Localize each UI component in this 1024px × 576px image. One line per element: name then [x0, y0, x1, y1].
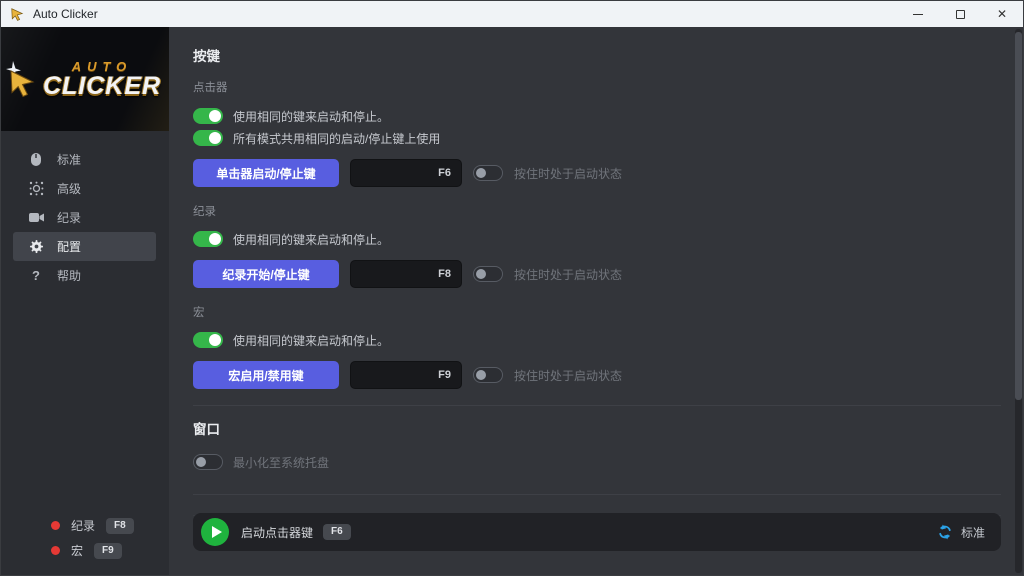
- macro-hotkey-button[interactable]: 宏启用/禁用键: [193, 361, 339, 389]
- start-clicker-label: 启动点击器键: [241, 524, 313, 541]
- scrollbar-track[interactable]: [1015, 29, 1022, 573]
- macro-status-dot: [51, 546, 60, 555]
- macro-hotkey-row: 宏启用/禁用键 按住时处于启动状态: [193, 361, 1001, 389]
- status-record: 纪录 F8: [51, 517, 169, 534]
- record-same-key-toggle-row: 使用相同的键来启动和停止。: [193, 231, 1001, 247]
- sidebar-item-advanced[interactable]: 高级: [13, 174, 156, 203]
- macro-hold-toggle[interactable]: [473, 367, 503, 383]
- hold-label: 按住时处于启动状态: [514, 266, 622, 283]
- toggle-label: 使用相同的键来启动和停止。: [233, 108, 389, 125]
- sidebar-item-label: 配置: [57, 238, 81, 255]
- logo: AUTO CLICKER: [43, 59, 161, 99]
- section-label-macro: 宏: [193, 304, 1001, 320]
- mode-label: 标准: [961, 524, 985, 541]
- start-clicker-button[interactable]: [201, 518, 229, 546]
- minimize-icon: [913, 14, 923, 15]
- minimize-button[interactable]: [897, 1, 939, 27]
- record-hold-toggle[interactable]: [473, 266, 503, 282]
- clicker-hotkey-button[interactable]: 单击器启动/停止键: [193, 159, 339, 187]
- footer-action-bar: 启动点击器键 F6 标准: [193, 513, 1001, 551]
- clicker-hold-toggle[interactable]: [473, 165, 503, 181]
- main-content: 按键 点击器 使用相同的键来启动和停止。 所有模式共用相同的启动/停止键上使用 …: [169, 27, 1023, 575]
- record-hotkey-row: 纪录开始/停止键 按住时处于启动状态: [193, 260, 1001, 288]
- sidebar-item-config[interactable]: 配置: [13, 232, 156, 261]
- toggle-label: 所有模式共用相同的启动/停止键上使用: [233, 130, 440, 147]
- divider: [193, 494, 1001, 495]
- advanced-icon: [28, 181, 44, 197]
- record-same-key-toggle[interactable]: [193, 231, 223, 247]
- status-label: 宏: [71, 542, 83, 559]
- record-status-dot: [51, 521, 60, 530]
- video-camera-icon: [28, 210, 44, 226]
- mouse-icon: [28, 152, 44, 168]
- hotkey-status-list: 纪录 F8 宏 F9: [51, 517, 169, 559]
- sidebar-item-label: 帮助: [57, 267, 81, 284]
- status-label: 纪录: [71, 517, 95, 534]
- macro-key-input[interactable]: [350, 361, 462, 389]
- scrollbar-thumb[interactable]: [1015, 32, 1022, 400]
- mode-switcher[interactable]: 标准: [937, 524, 985, 541]
- close-icon: ✕: [997, 8, 1007, 20]
- section-label-clicker: 点击器: [193, 79, 1001, 95]
- logo-cursor-icon: [5, 59, 39, 99]
- sidebar-item-help[interactable]: ? 帮助: [13, 261, 156, 290]
- shared-key-toggle-row: 所有模式共用相同的启动/停止键上使用: [193, 130, 1001, 146]
- record-key-input[interactable]: [350, 260, 462, 288]
- play-icon: [212, 526, 222, 538]
- app-cursor-icon: [10, 7, 24, 21]
- record-hotkey-button[interactable]: 纪录开始/停止键: [193, 260, 339, 288]
- toggle-label: 使用相同的键来启动和停止。: [233, 332, 389, 349]
- question-icon: ?: [28, 268, 44, 284]
- sidebar-item-label: 高级: [57, 180, 81, 197]
- same-key-toggle[interactable]: [193, 108, 223, 124]
- macro-same-key-toggle-row: 使用相同的键来启动和停止。: [193, 332, 1001, 348]
- sidebar-item-label: 标准: [57, 151, 81, 168]
- logo-text-clicker: CLICKER: [43, 74, 161, 99]
- section-label-record: 纪录: [193, 203, 1001, 219]
- same-key-toggle-row: 使用相同的键来启动和停止。: [193, 108, 1001, 124]
- start-key-badge: F6: [323, 524, 351, 540]
- divider: [193, 405, 1001, 406]
- app-window: Auto Clicker ✕ AUTO CLICKER: [0, 0, 1024, 576]
- logo-panel: AUTO CLICKER: [1, 27, 169, 131]
- titlebar: Auto Clicker ✕: [1, 1, 1023, 27]
- clicker-hotkey-row: 单击器启动/停止键 按住时处于启动状态: [193, 159, 1001, 187]
- macro-same-key-toggle[interactable]: [193, 332, 223, 348]
- tray-label: 最小化至系统托盘: [233, 454, 329, 471]
- shared-key-toggle[interactable]: [193, 130, 223, 146]
- tray-toggle-row: 最小化至系统托盘: [193, 454, 1001, 470]
- hold-label: 按住时处于启动状态: [514, 165, 622, 182]
- toggle-label: 使用相同的键来启动和停止。: [233, 231, 389, 248]
- sidebar-nav: 标准 高级: [1, 145, 169, 290]
- hold-label: 按住时处于启动状态: [514, 367, 622, 384]
- minimize-to-tray-toggle[interactable]: [193, 454, 223, 470]
- maximize-icon: [956, 10, 965, 19]
- status-macro: 宏 F9: [51, 542, 169, 559]
- section-title-window: 窗口: [193, 418, 1001, 438]
- sidebar-item-record[interactable]: 纪录: [13, 203, 156, 232]
- sidebar-item-label: 纪录: [57, 209, 81, 226]
- refresh-icon: [937, 524, 953, 540]
- window-title: Auto Clicker: [33, 7, 897, 21]
- maximize-button[interactable]: [939, 1, 981, 27]
- page-title: 按键: [193, 45, 1001, 65]
- sidebar: AUTO CLICKER 标准: [1, 27, 169, 575]
- gear-icon: [28, 239, 44, 255]
- clicker-key-input[interactable]: [350, 159, 462, 187]
- record-key-badge: F8: [106, 518, 134, 534]
- sidebar-item-standard[interactable]: 标准: [13, 145, 156, 174]
- close-button[interactable]: ✕: [981, 1, 1023, 27]
- macro-key-badge: F9: [94, 543, 122, 559]
